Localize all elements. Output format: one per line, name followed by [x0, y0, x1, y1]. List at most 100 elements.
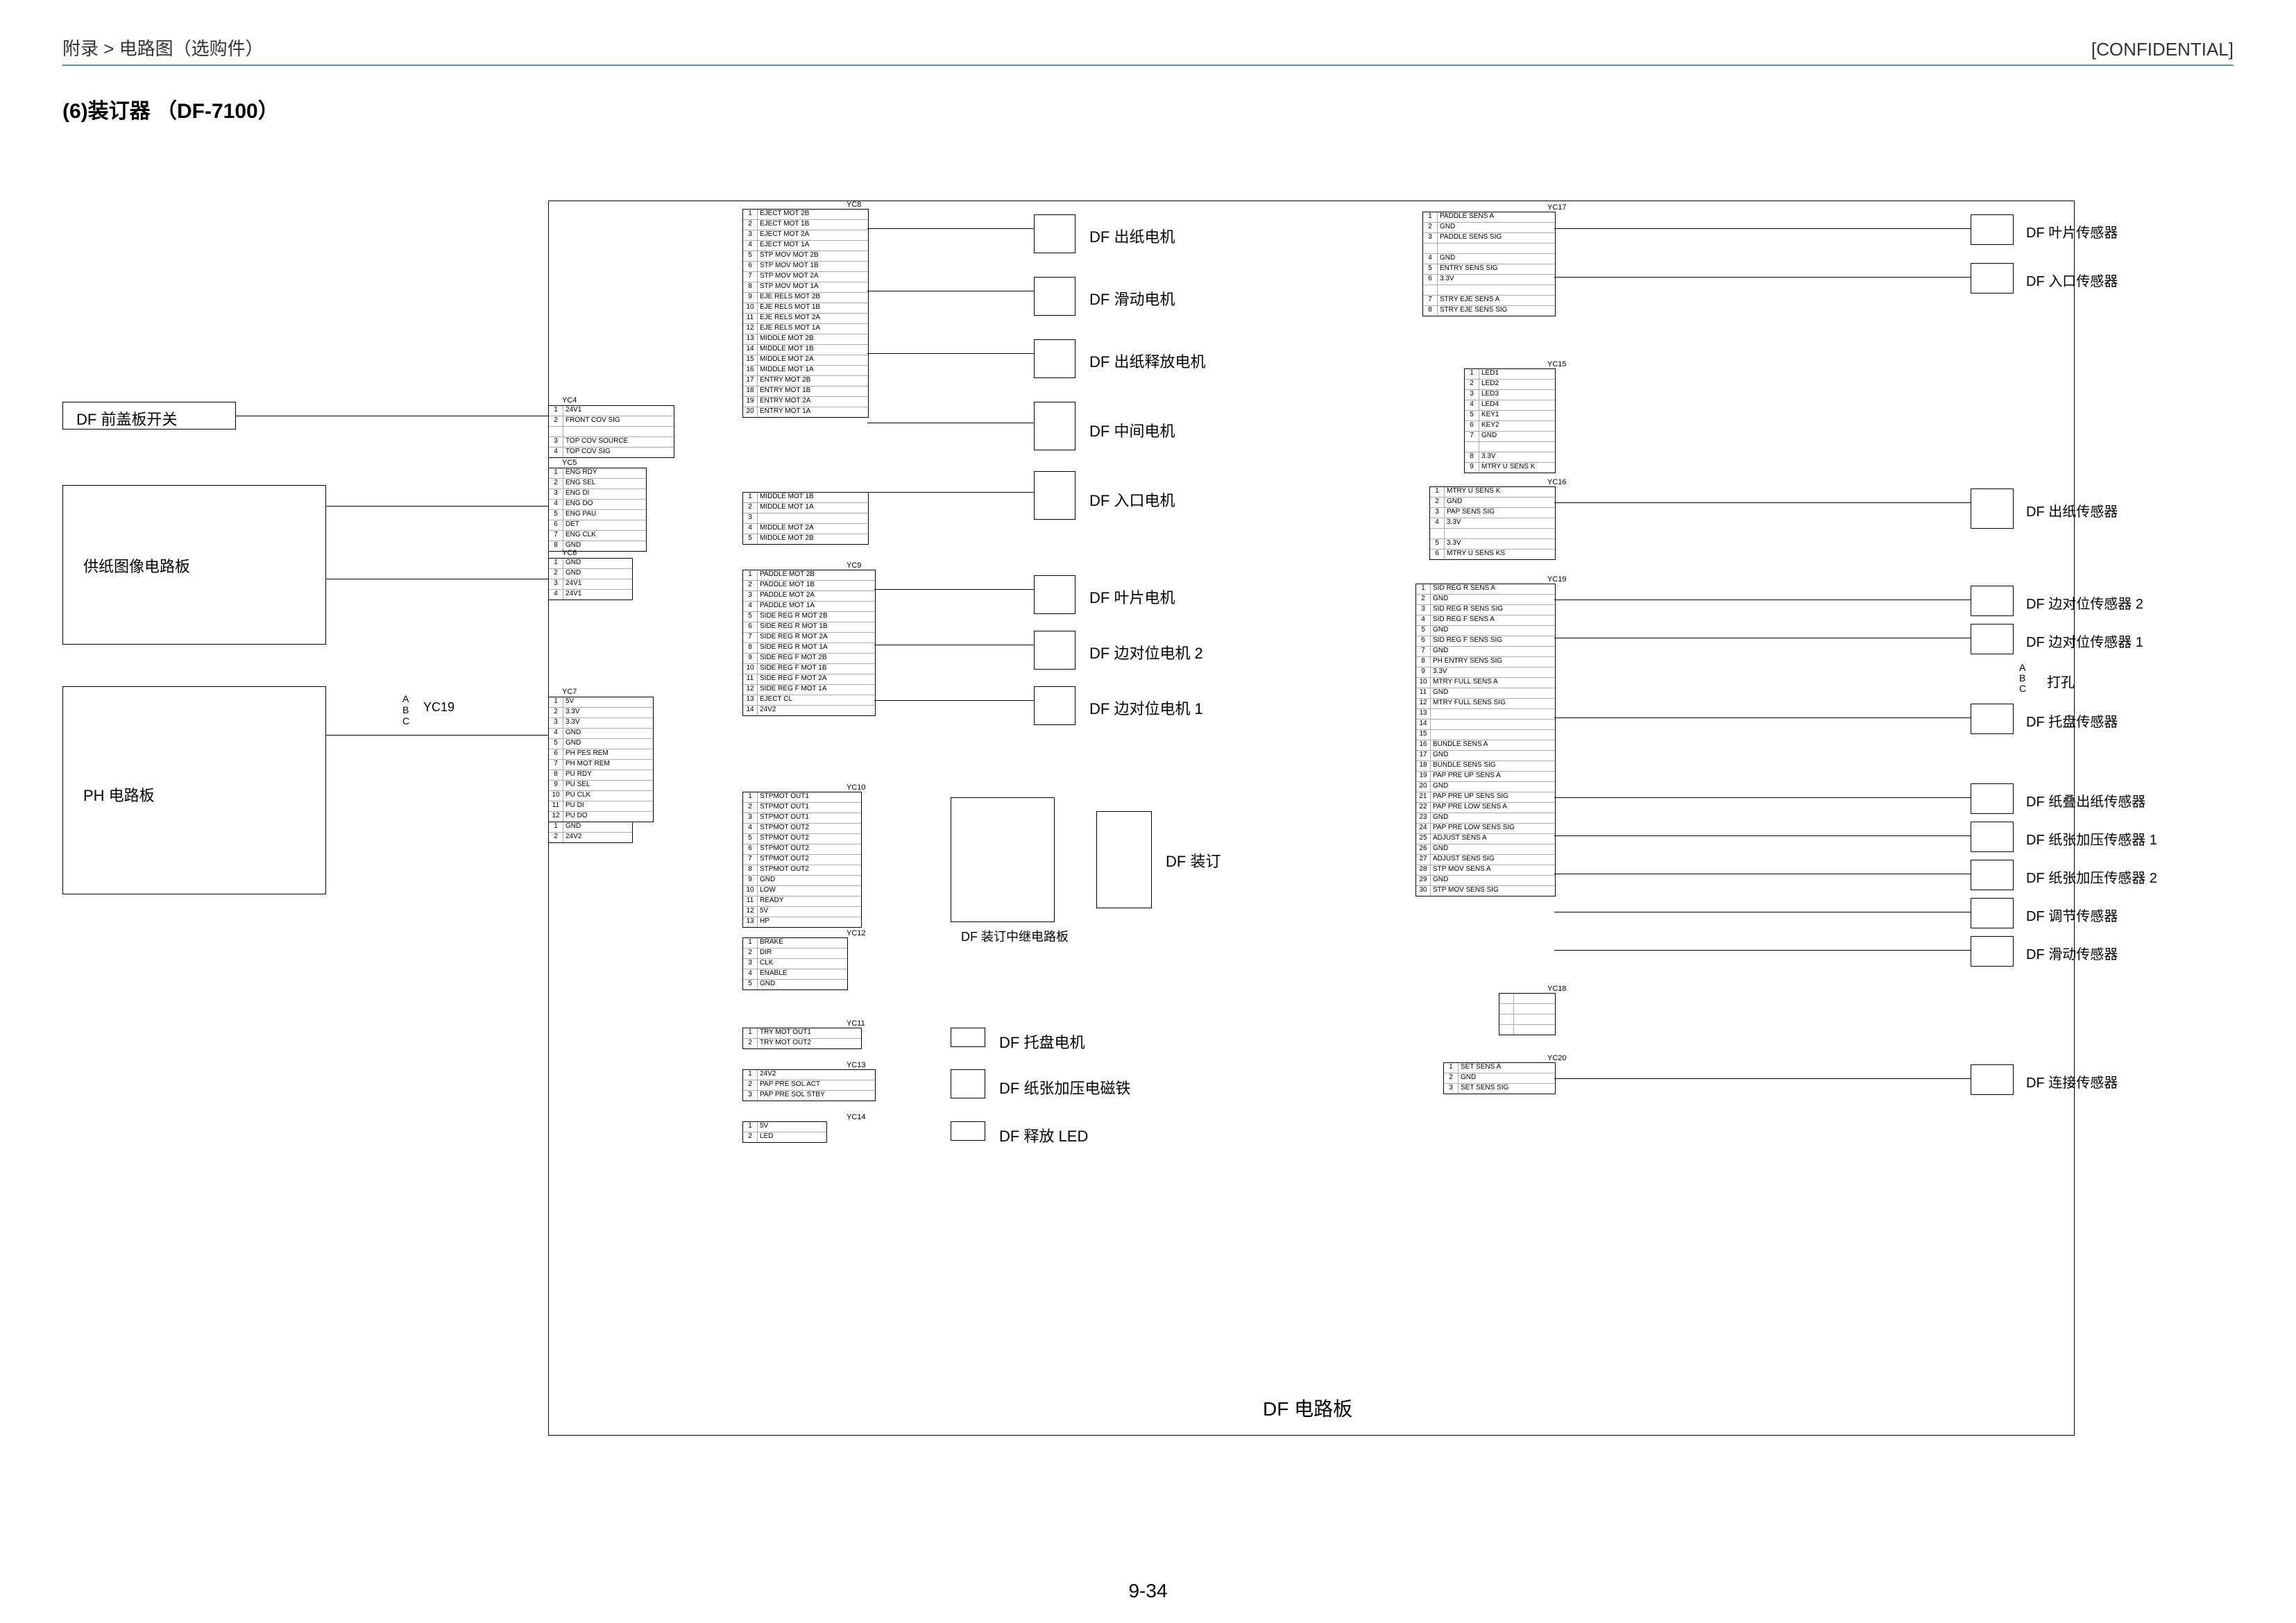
release-led-block	[951, 1121, 985, 1141]
abc-b-left: B	[402, 704, 409, 715]
yc20-pins: 1SET SENS A2GND3SET SENS SIG	[1443, 1062, 1556, 1094]
slide-motor-label: DF 滑动电机	[1089, 287, 1175, 309]
paddle-motor-label: DF 叶片电机	[1089, 586, 1175, 608]
yc4-pins: 124V12FRONT COV SIG3TOP COV SOURCE4TOP C…	[548, 405, 674, 458]
yc8b-pins: 1MIDDLE MOT 1B2MIDDLE MOT 1A34MIDDLE MOT…	[742, 492, 869, 545]
side-reg1-sensor-label: DF 边对位传感器 1	[2026, 631, 2143, 651]
tray-motor-block	[951, 1028, 985, 1047]
yc7-label: YC7	[562, 688, 577, 696]
ph-pwb-label: PH 电路板	[83, 783, 155, 806]
staple-label: DF 装订	[1166, 849, 1221, 872]
abc-c-left: C	[402, 715, 409, 726]
entry-sensor-label: DF 入口传感器	[2026, 270, 2118, 290]
wire	[867, 353, 1034, 354]
yc12-pins: 1BRAKE2DIR3CLK4ENABLE5GND	[742, 937, 848, 990]
paper-press-sol-block	[951, 1069, 985, 1098]
eject-sensor-label: DF 出纸传感器	[2026, 500, 2118, 520]
yc17-pins: 1PADDLE SENS A2GND3PADDLE SENS SIG4GND5E…	[1422, 212, 1556, 316]
side-reg1-motor-label: DF 边对位电机 1	[1089, 697, 1203, 719]
yc5-label: YC5	[562, 459, 577, 467]
yc7-pins: 15V23.3V33.3V4GND5GND6PH PES REM7PH MOT …	[548, 697, 654, 822]
circuit-diagram: DF 电路板 DF 前盖板开关 供纸图像电路板 PH 电路板 YC4 124V1…	[62, 145, 2213, 1533]
yc18-label: YC18	[1547, 985, 1567, 993]
set-sensor-label: DF 连接传感器	[2026, 1071, 2118, 1091]
yc5-pins: 1ENG RDY2ENG SEL3ENG DI4ENG DO5ENG PAU6D…	[548, 468, 647, 552]
entry-sensor-block	[1971, 263, 2014, 294]
eject-sensor-block	[1971, 488, 2014, 529]
yc9-label: YC9	[847, 561, 861, 570]
paper-press2-sensor-label: DF 纸张加压传感器 2	[2026, 867, 2157, 887]
yc10-pins: 1STPMOT OUT12STPMOT OUT13STPMOT OUT14STP…	[742, 792, 862, 928]
wire	[326, 506, 548, 507]
staple-block	[1096, 811, 1152, 908]
tray-sensor-block	[1971, 704, 2014, 734]
yc13-pins: 124V22PAP PRE SOL ACT3PAP PRE SOL STBY	[742, 1069, 876, 1101]
page-header: 附录 > 电路图（选购件） [CONFIDENTIAL]	[62, 35, 2234, 66]
punch-label: 打孔	[2047, 671, 2075, 691]
wire	[874, 700, 1034, 701]
paper-press1-sensor-block	[1971, 822, 2014, 852]
yc12-label: YC12	[847, 929, 866, 937]
wire	[1554, 950, 1971, 951]
wire	[1554, 717, 1971, 718]
df-front-cover-sw-label: DF 前盖板开关	[76, 407, 177, 430]
yc15-label: YC15	[1547, 360, 1567, 368]
yc19-left-label: YC19	[423, 700, 454, 715]
paper-feed-image-pwb-label: 供纸图像电路板	[83, 554, 190, 577]
yc6-pins: 1GND2GND324V1424V1	[548, 558, 633, 600]
middle-motor-block	[1034, 402, 1075, 450]
entry-motor-label: DF 入口电机	[1089, 488, 1175, 511]
side-reg2-sensor-label: DF 边对位传感器 2	[2026, 593, 2143, 613]
wire	[1554, 797, 1971, 798]
paper-press2-sensor-block	[1971, 860, 2014, 890]
yc13-label: YC13	[847, 1061, 866, 1069]
df-pwb-label: DF 电路板	[1263, 1394, 1352, 1422]
page: 附录 > 电路图（选购件） [CONFIDENTIAL] (6)装订器 （DF-…	[0, 0, 2296, 1623]
eject-motor-label: DF 出纸电机	[1089, 225, 1175, 247]
bundle-eject-sensor-label: DF 纸叠出纸传感器	[2026, 790, 2145, 810]
entry-motor-block	[1034, 471, 1075, 520]
yc9-pins: 1PADDLE MOT 2B2PADDLE MOT 1B3PADDLE MOT …	[742, 570, 876, 716]
abc-a-left: A	[402, 693, 409, 704]
side-reg1-sensor-block	[1971, 624, 2014, 654]
eject-motor-block	[1034, 214, 1075, 253]
side-reg2-sensor-block	[1971, 586, 2014, 616]
wire	[326, 735, 548, 736]
staple-relay-pwb-block	[951, 797, 1055, 922]
yc11-label: YC11	[847, 1019, 865, 1028]
wire	[1554, 835, 1971, 836]
abc-c-right: C	[2019, 683, 2026, 694]
adjust-sensor-label: DF 调节传感器	[2026, 905, 2118, 925]
yc18-pins	[1499, 993, 1556, 1035]
eject-release-motor-label: DF 出纸释放电机	[1089, 350, 1205, 372]
set-sensor-block	[1971, 1064, 2014, 1095]
yc20-label: YC20	[1547, 1054, 1567, 1062]
page-number: 9-34	[0, 1580, 2296, 1602]
release-led-label: DF 释放 LED	[999, 1124, 1088, 1146]
paddle-motor-block	[1034, 575, 1075, 614]
yc7b-pins: 1GND224V2	[548, 822, 633, 843]
yc19-label: YC19	[1547, 575, 1567, 584]
paper-press1-sensor-label: DF 纸张加压传感器 1	[2026, 829, 2157, 849]
yc6-label: YC6	[562, 549, 577, 557]
eject-release-motor-block	[1034, 339, 1075, 378]
wire	[1554, 502, 1971, 503]
yc10-label: YC10	[847, 783, 866, 792]
side-reg1-motor-block	[1034, 686, 1075, 725]
tray-motor-label: DF 托盘电机	[999, 1030, 1085, 1053]
bundle-eject-sensor-block	[1971, 783, 2014, 814]
yc16-pins: 1MTRY U SENS K2GND3PAP SENS SIG43.3V53.3…	[1429, 486, 1556, 560]
yc8-label: YC8	[847, 201, 861, 209]
yc8-pins: 1EJECT MOT 2B2EJECT MOT 1B3EJECT MOT 2A4…	[742, 209, 869, 418]
paddle-sensor-block	[1971, 214, 2014, 245]
middle-motor-label: DF 中间电机	[1089, 419, 1175, 441]
yc11-pins: 1TRY MOT OUT12TRY MOT OUT2	[742, 1028, 862, 1049]
adjust-sensor-block	[1971, 898, 2014, 928]
slide-sensor-label: DF 滑动传感器	[2026, 943, 2118, 963]
page-title: (6)装订器 （DF-7100）	[62, 94, 2234, 124]
abc-a-right: A	[2019, 662, 2025, 673]
yc19-pins: 1SID REG R SENS A2GND3SID REG R SENS SIG…	[1415, 584, 1556, 897]
wire	[1554, 228, 1971, 229]
wire	[867, 228, 1034, 229]
yc4-label: YC4	[562, 396, 577, 405]
